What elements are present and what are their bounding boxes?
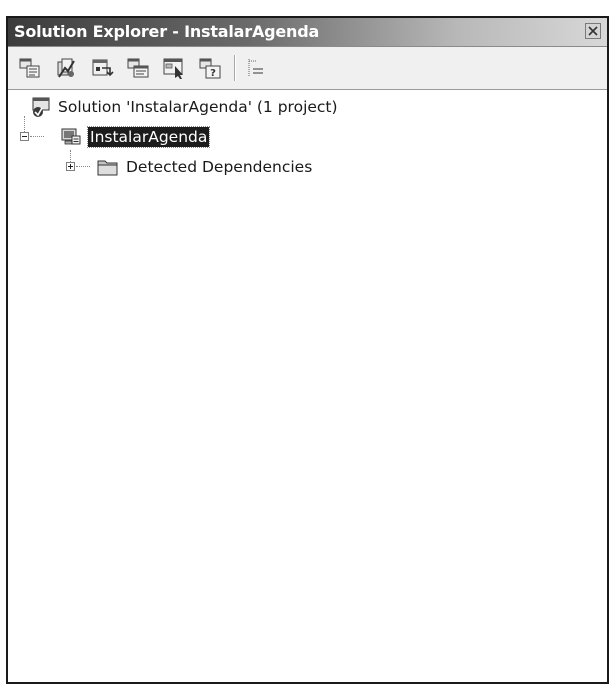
folder-icon [96,156,120,178]
view-designer-button[interactable] [162,56,186,80]
project-icon [60,126,82,148]
solution-tree: Solution 'InstalarAgenda' (1 project) In… [8,90,607,682]
project-collapse-toggle[interactable] [20,132,29,141]
view-designer-icon [163,58,183,79]
view-code-icon [127,58,149,78]
minus-icon [22,136,27,137]
show-all-files-button[interactable] [54,56,78,80]
solution-explorer-window: Solution Explorer - InstalarAgenda ? Sol… [6,16,609,684]
refresh-button[interactable] [90,56,114,80]
close-button[interactable] [585,23,601,39]
refresh-icon [92,59,114,77]
svg-text:?: ? [210,68,216,79]
tree-line [70,150,72,162]
project-node[interactable]: InstalarAgenda [86,126,211,148]
help-icon: ? [199,58,221,79]
class-view-icon [248,59,263,76]
dependencies-node[interactable]: Detected Dependencies [126,157,312,177]
properties-icon [19,58,40,78]
toolbar-separator [234,55,236,81]
solution-node[interactable]: Solution 'InstalarAgenda' (1 project) [58,97,338,117]
title-bar[interactable]: Solution Explorer - InstalarAgenda [8,18,607,47]
tree-line [24,116,26,132]
tree-line [76,166,90,168]
window-title: Solution Explorer - InstalarAgenda [14,22,320,41]
solution-icon [30,96,52,118]
plus-icon [68,164,73,169]
class-view-button[interactable] [244,56,268,80]
dependencies-expand-toggle[interactable] [66,162,75,171]
help-button[interactable]: ? [198,56,222,80]
view-code-button[interactable] [126,56,150,80]
toolbar: ? [8,47,607,90]
close-icon [588,26,598,36]
show-all-files-icon [57,58,75,78]
properties-button[interactable] [18,56,42,80]
tree-line [30,136,44,138]
